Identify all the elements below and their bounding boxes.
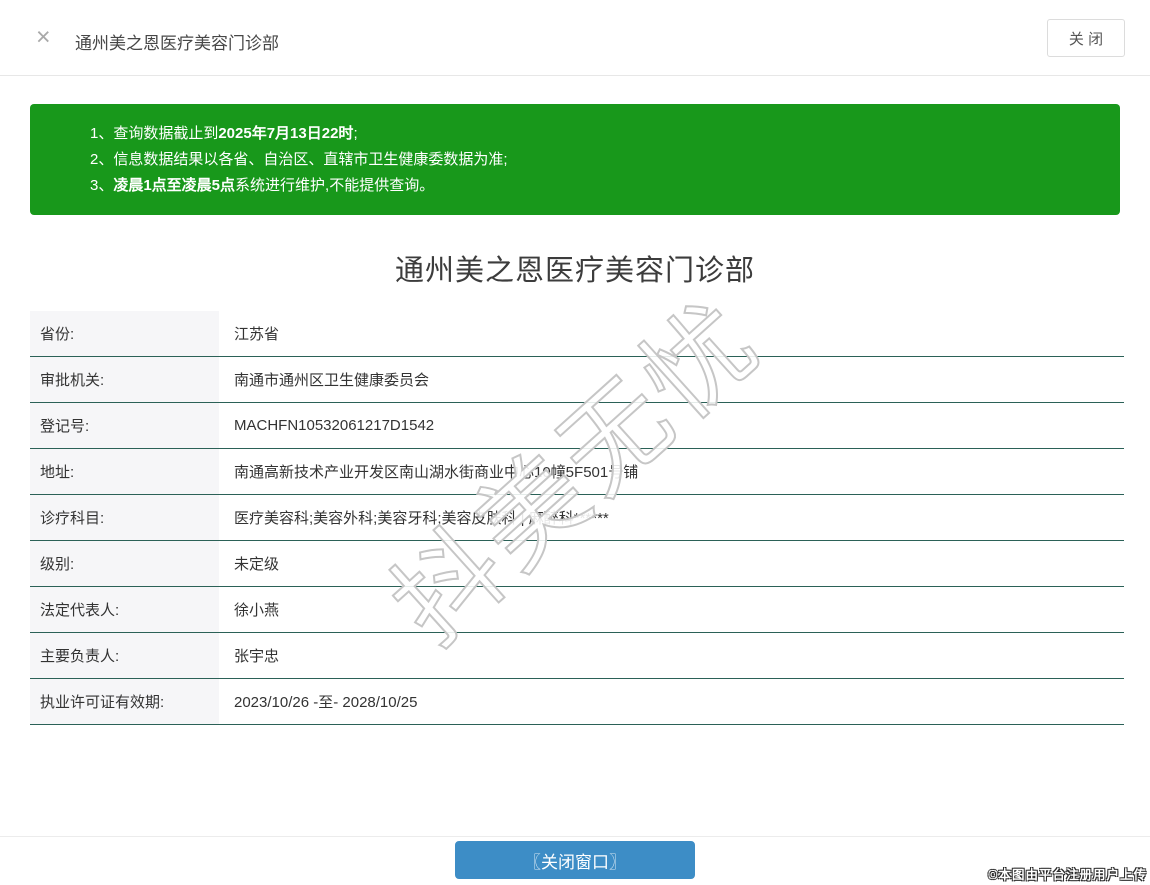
row-value: 南通市通州区卫生健康委员会 [234,372,430,389]
row-value: MACHFN10532061217D1542 [234,417,435,434]
row-label: 执业许可证有效期: [30,679,219,724]
notice-banner: 1、查询数据截止到2025年7月13日22时; 2、信息数据结果以各省、自治区、… [30,104,1120,215]
row-value: 未定级 [234,556,280,573]
table-row: 诊疗科目: 医疗美容科;美容外科;美容牙科;美容皮肤科 | 麻醉科****** [30,495,1124,541]
notice-item: 1、查询数据截止到2025年7月13日22时; [90,121,1100,147]
table-row: 登记号: MACHFN10532061217D1542 [30,403,1124,449]
notice-item-text: 1、查询数据截止到 [90,125,219,142]
row-label: 级别: [30,541,219,586]
row-label: 诊疗科目: [30,495,219,540]
footer-bar: 〖关闭窗口〗 [0,836,1150,885]
notice-item-bold-text: 凌晨1点至凌晨5点 [113,177,236,194]
table-row: 审批机关: 南通市通州区卫生健康委员会 [30,357,1124,403]
row-value: 医疗美容科;美容外科;美容牙科;美容皮肤科 | 麻醉科****** [234,510,609,527]
close-x-icon[interactable]: × [36,25,51,50]
row-label: 省份: [30,311,219,356]
close-window-button[interactable]: 〖关闭窗口〗 [455,841,695,879]
credit-watermark: ©本图由平台注册用户上传 [988,868,1147,882]
row-label: 主要负责人: [30,633,219,678]
table-row: 执业许可证有效期: 2023/10/26 -至- 2028/10/25 [30,679,1124,725]
notice-item-bold-text: 2025年7月13日22时 [218,125,354,142]
header-title: 通州美之恩医疗美容门诊部 [75,34,279,53]
row-value: 南通高新技术产业开发区南山湖水街商业中心10幢5F501号铺 [234,464,639,481]
table-row: 主要负责人: 张宇忠 [30,633,1124,679]
notice-item-text: 系统进行维护,不能提供查询。 [235,177,435,194]
detail-table: 省份: 江苏省 审批机关: 南通市通州区卫生健康委员会 登记号: MACHFN1… [30,311,1124,725]
row-value: 江苏省 [234,326,280,343]
table-row: 法定代表人: 徐小燕 [30,587,1124,633]
notice-item-text: 2、信息数据结果以各省、自治区、直辖市卫生健康委数据为准; [90,151,508,168]
row-value: 张宇忠 [234,648,280,665]
notice-item-text: 3、 [90,177,114,194]
row-label: 地址: [30,449,219,494]
table-row: 省份: 江苏省 [30,311,1124,357]
notice-item-text: ; [353,125,358,142]
clinic-name-title: 通州美之恩医疗美容门诊部 [394,255,755,287]
row-label: 法定代表人: [30,587,219,632]
header-bar: × 通州美之恩医疗美容门诊部 关 闭 [0,0,1150,76]
row-value: 2023/10/26 -至- 2028/10/25 [234,694,418,711]
table-row: 级别: 未定级 [30,541,1124,587]
close-button[interactable]: 关 闭 [1047,19,1125,57]
table-row: 地址: 南通高新技术产业开发区南山湖水街商业中心10幢5F501号铺 [30,449,1124,495]
row-label: 登记号: [30,403,219,448]
notice-item: 2、信息数据结果以各省、自治区、直辖市卫生健康委数据为准; [90,147,1100,173]
row-value: 徐小燕 [234,602,280,619]
notice-item: 3、凌晨1点至凌晨5点系统进行维护,不能提供查询。 [90,173,1100,199]
row-label: 审批机关: [30,357,219,402]
